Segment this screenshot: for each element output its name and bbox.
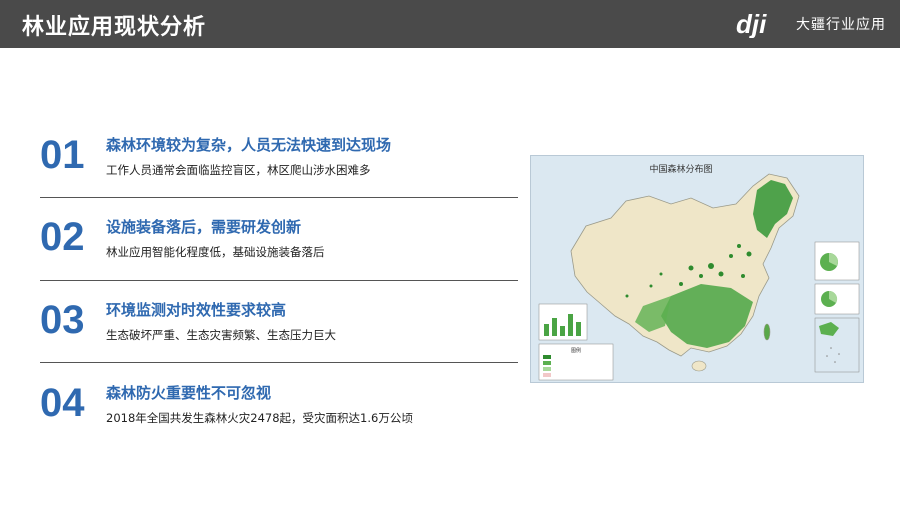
item-description: 工作人员通常会面临监控盲区，林区爬山涉水困难多 [106, 163, 371, 177]
forest-map-graphic: 中国森林分布图 图例 [531, 156, 863, 382]
divider [40, 197, 518, 198]
divider [40, 280, 518, 281]
item-number: 04 [40, 381, 85, 425]
item-title: 设施装备落后，需要研发创新 [106, 218, 302, 236]
item-number: 03 [40, 298, 85, 342]
divider [40, 362, 518, 363]
challenge-item-02: 02 设施装备落后，需要研发创新 林业应用智能化程度低，基础设施装备落后 [40, 212, 518, 282]
item-title: 森林防火重要性不可忽视 [106, 384, 272, 402]
item-title: 森林环境较为复杂，人员无法快速到达现场 [106, 136, 392, 154]
dji-logo-icon: dji [736, 10, 767, 38]
header-bar: 林业应用现状分析 dji 大疆行业应用 [0, 0, 900, 48]
item-description: 林业应用智能化程度低，基础设施装备落后 [106, 245, 325, 259]
brand: dji 大疆行业应用 [736, 10, 886, 38]
item-number: 02 [40, 215, 85, 259]
item-title: 环境监测对时效性要求较高 [106, 301, 287, 319]
item-description: 2018年全国共发生森林火灾2478起，受灾面积达1.6万公顷 [106, 411, 413, 425]
item-description: 生态破坏严重、生态灾害频繁、生态压力巨大 [106, 328, 336, 342]
challenge-item-01: 01 森林环境较为复杂，人员无法快速到达现场 工作人员通常会面临监控盲区，林区爬… [40, 130, 518, 200]
page-title: 林业应用现状分析 [22, 15, 207, 40]
china-forest-map: 中国森林分布图 图例 [530, 155, 864, 383]
challenge-item-04: 04 森林防火重要性不可忽视 2018年全国共发生森林火灾2478起，受灾面积达… [40, 378, 518, 448]
svg-text:图例: 图例 [571, 347, 581, 354]
brand-name: 大疆行业应用 [796, 17, 886, 33]
challenge-item-03: 03 环境监测对时效性要求较高 生态破坏严重、生态灾害频繁、生态压力巨大 [40, 295, 518, 365]
item-number: 01 [40, 133, 85, 177]
svg-text:dji: dji [736, 10, 767, 38]
svg-text:中国森林分布图: 中国森林分布图 [649, 163, 712, 175]
